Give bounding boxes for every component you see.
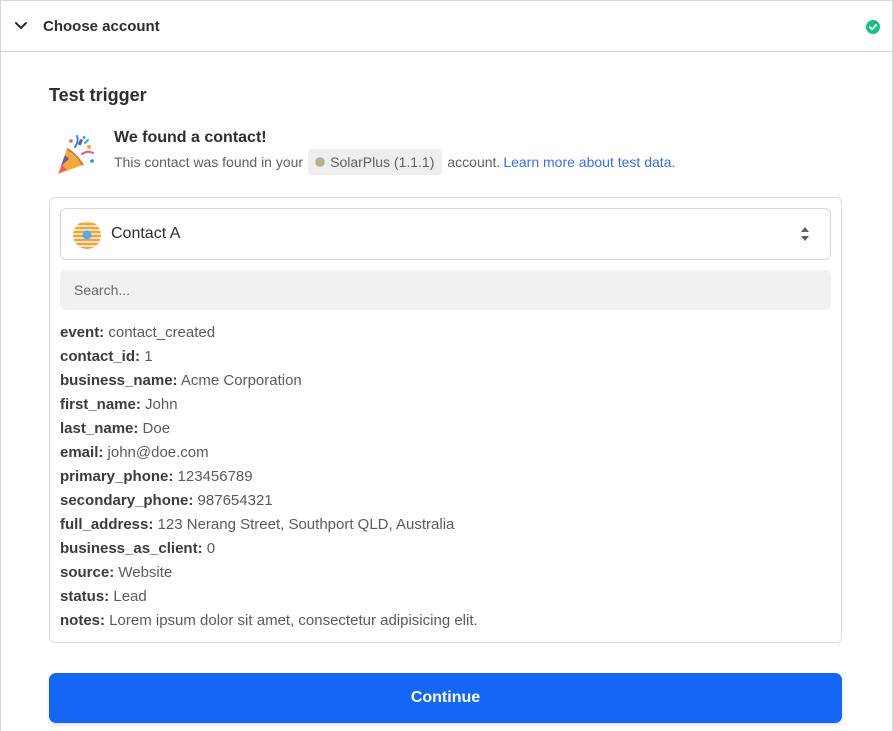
chevron-down-icon[interactable] bbox=[14, 20, 28, 32]
field-key: first_name: bbox=[60, 396, 141, 413]
field-row: secondary_phone: 987654321 bbox=[60, 490, 831, 514]
up-down-arrows-icon bbox=[801, 227, 809, 241]
field-key: contact_id: bbox=[60, 348, 141, 365]
field-row: status: Lead bbox=[60, 586, 831, 610]
party-popper-icon bbox=[58, 135, 94, 174]
field-value: contact_created bbox=[108, 324, 216, 341]
field-key: last_name: bbox=[60, 420, 139, 437]
step-title: Choose account bbox=[43, 18, 160, 35]
field-key: secondary_phone: bbox=[60, 492, 194, 509]
section-title: Test trigger bbox=[49, 85, 147, 105]
field-key: business_name: bbox=[60, 372, 178, 389]
field-value: Website bbox=[118, 564, 173, 581]
contact-select-value: Contact A bbox=[111, 225, 181, 242]
learn-more-link[interactable]: Learn more about test data. bbox=[503, 154, 675, 170]
field-row: primary_phone: 123456789 bbox=[60, 466, 831, 490]
contact-select[interactable]: Contact A bbox=[60, 208, 831, 260]
choose-account-header[interactable]: Choose account bbox=[0, 0, 893, 52]
field-key: event: bbox=[60, 324, 105, 341]
field-key: email: bbox=[60, 444, 104, 461]
field-key: full_address: bbox=[60, 516, 154, 533]
field-value: Acme Corporation bbox=[180, 372, 302, 389]
account-chip-label: SolarPlus (1.1.1) bbox=[330, 154, 435, 170]
field-key: source: bbox=[60, 564, 115, 581]
field-key: business_as_client: bbox=[60, 540, 203, 557]
field-value: Lead bbox=[113, 588, 147, 605]
field-row: contact_id: 1 bbox=[60, 346, 831, 370]
field-value: 0 bbox=[206, 540, 216, 557]
field-row: email: john@doe.com bbox=[60, 442, 831, 466]
field-value: 987654321 bbox=[197, 492, 273, 509]
field-key: status: bbox=[60, 588, 110, 605]
field-value: 123456789 bbox=[177, 468, 253, 485]
search-input[interactable] bbox=[60, 270, 831, 310]
field-row: event: contact_created bbox=[60, 322, 831, 346]
field-row: last_name: Doe bbox=[60, 418, 831, 442]
field-value: 123 Nerang Street, Southport QLD, Austra… bbox=[157, 516, 455, 533]
field-value: Lorem ipsum dolor sit amet, consectetur … bbox=[109, 612, 478, 629]
found-desc-suffix: account. bbox=[447, 154, 501, 170]
field-value: Doe bbox=[142, 420, 171, 437]
field-value: John bbox=[145, 396, 178, 413]
solarplus-app-icon bbox=[315, 157, 326, 167]
field-row: first_name: John bbox=[60, 394, 831, 418]
field-value: john@doe.com bbox=[107, 444, 209, 461]
field-row: full_address: 123 Nerang Street, Southpo… bbox=[60, 514, 831, 538]
account-chip: SolarPlus (1.1.1) bbox=[308, 149, 443, 175]
field-row: notes: Lorem ipsum dolor sit amet, conse… bbox=[60, 610, 831, 634]
field-row: business_as_client: 0 bbox=[60, 538, 831, 562]
field-row: business_name: Acme Corporation bbox=[60, 370, 831, 394]
field-key: notes: bbox=[60, 612, 105, 629]
continue-button[interactable]: Continue bbox=[49, 673, 842, 723]
contact-avatar bbox=[73, 221, 101, 249]
field-key: primary_phone: bbox=[60, 468, 174, 485]
contact-fields-list: event: contact_created contact_id: 1 bus… bbox=[60, 322, 831, 634]
found-title: We found a contact! bbox=[114, 129, 267, 146]
found-desc-prefix: This contact was found in your bbox=[114, 154, 304, 170]
field-row: source: Website bbox=[60, 562, 831, 586]
field-value: 1 bbox=[144, 348, 153, 365]
check-circle-icon bbox=[866, 20, 880, 34]
found-description: This contact was found in your SolarPlus… bbox=[114, 149, 675, 175]
